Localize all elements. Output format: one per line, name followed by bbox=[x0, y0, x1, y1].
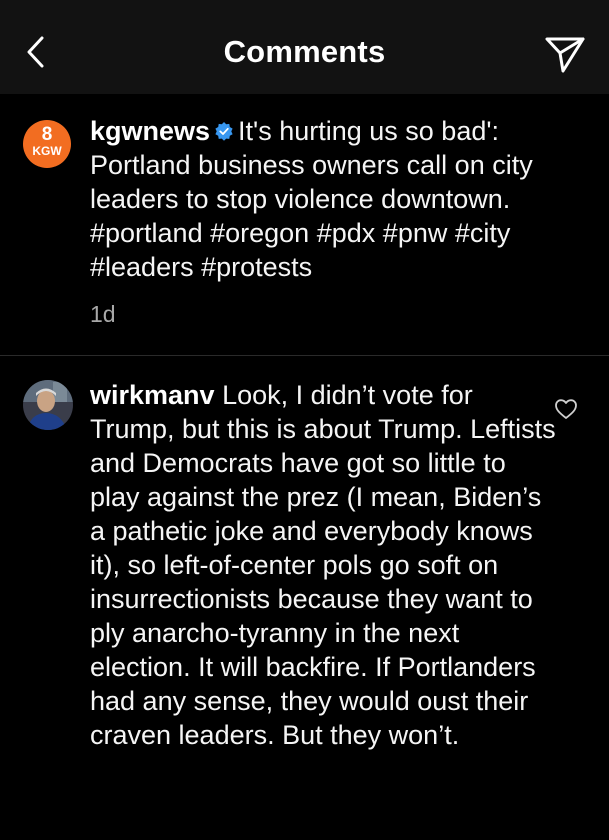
verified-badge-icon bbox=[215, 122, 233, 141]
caption-text-block: kgwnews It's hurting us so bad': Portlan… bbox=[90, 114, 590, 284]
timestamp: 1d bbox=[90, 301, 116, 327]
hashtag-link[interactable]: #leaders bbox=[90, 252, 194, 282]
user-photo-icon bbox=[23, 380, 73, 430]
heart-outline-icon bbox=[555, 399, 577, 419]
hashtag-link[interactable]: #protests bbox=[201, 252, 312, 282]
hashtag-link[interactable]: #pnw bbox=[383, 218, 448, 248]
comment-text-block: wirkmanv Look, I didn’t vote for Trump, … bbox=[90, 378, 560, 752]
comment-username[interactable]: wirkmanv bbox=[90, 380, 215, 410]
like-button[interactable] bbox=[554, 398, 578, 420]
hashtag-link[interactable]: #pdx bbox=[317, 218, 376, 248]
hashtag-link[interactable]: #oregon bbox=[210, 218, 309, 248]
hashtag-link[interactable]: #portland bbox=[90, 218, 203, 248]
avatar[interactable] bbox=[23, 380, 73, 430]
hashtag-link[interactable]: #city bbox=[455, 218, 511, 248]
caption-username[interactable]: kgwnews bbox=[90, 116, 210, 146]
avatar[interactable]: 8 KGW bbox=[23, 120, 71, 168]
paper-plane-icon bbox=[545, 37, 585, 73]
header-bar: Comments bbox=[0, 0, 609, 94]
share-button[interactable] bbox=[544, 34, 586, 74]
page-title: Comments bbox=[223, 34, 386, 69]
comment-text: Look, I didn’t vote for Trump, but this … bbox=[90, 380, 556, 750]
avatar-logo-number: 8 bbox=[41, 124, 53, 145]
post-caption: 8 KGW kgwnews It's hurting us so bad': P… bbox=[0, 94, 609, 355]
avatar-logo-text: KGW bbox=[32, 144, 62, 158]
comment-item: wirkmanv Look, I didn’t vote for Trump, … bbox=[0, 356, 609, 840]
